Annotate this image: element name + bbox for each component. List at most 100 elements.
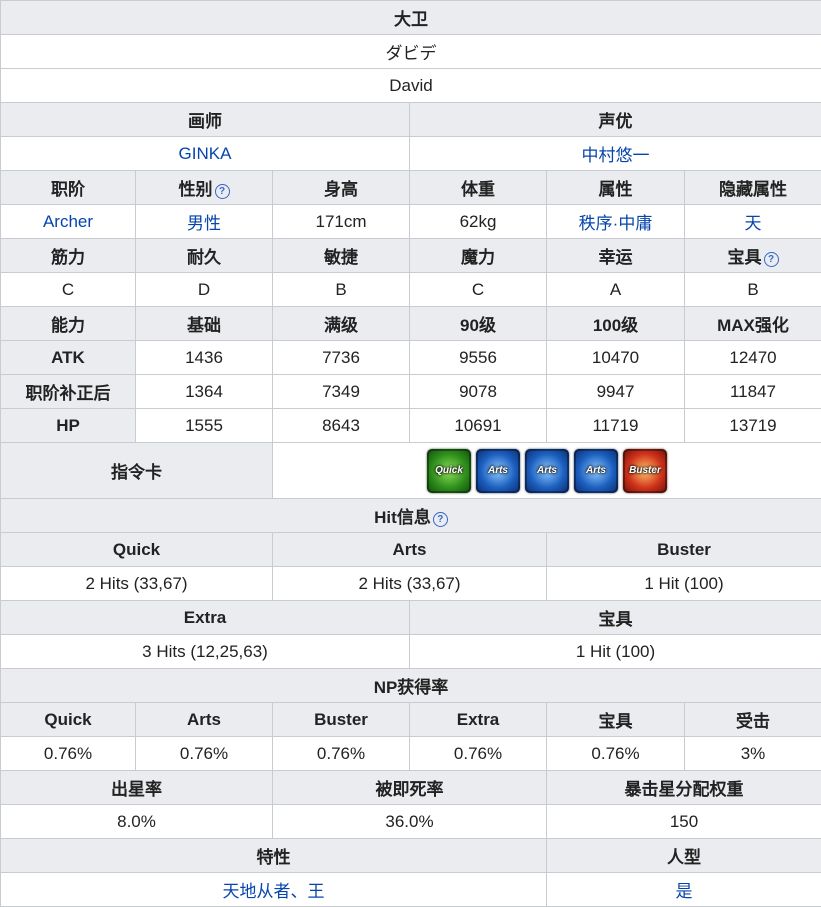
stat-value: 9556 xyxy=(410,341,547,375)
class-cell: Archer xyxy=(1,205,136,239)
arts-card-icon: Arts xyxy=(525,449,569,493)
hit-info-header: Hit信息? xyxy=(1,499,821,533)
arts-card-icon: Arts xyxy=(574,449,618,493)
weight-label: 体重 xyxy=(410,171,547,205)
humanoid-link[interactable]: 是 xyxy=(676,882,693,901)
np-label: 宝具 xyxy=(728,248,762,267)
stat-label: HP xyxy=(1,409,136,443)
traits-label: 特性 xyxy=(1,839,547,873)
stat-value: 10691 xyxy=(410,409,547,443)
hidden-attribute-cell: 天 xyxy=(685,205,821,239)
voice-label: 声优 xyxy=(410,103,821,137)
command-cards-cell: Quick Arts Arts Arts Buster xyxy=(273,443,821,499)
hit-quick-value: 2 Hits (33,67) xyxy=(1,567,273,601)
humanoid-cell: 是 xyxy=(547,873,821,907)
help-icon[interactable]: ? xyxy=(433,512,448,527)
base-label: 基础 xyxy=(136,307,273,341)
stat-value: 9947 xyxy=(547,375,685,409)
servant-name-jp: ダビデ xyxy=(1,35,821,69)
servant-name-cn: 大卫 xyxy=(1,1,821,35)
max-enhance-label: MAX强化 xyxy=(685,307,821,341)
command-cards-label: 指令卡 xyxy=(1,443,273,499)
hit-np-label: 宝具 xyxy=(410,601,821,635)
hit-info-label: Hit信息 xyxy=(374,508,431,527)
endurance-value: D xyxy=(136,273,273,307)
stat-value: 11847 xyxy=(685,375,821,409)
gender-label: 性别 xyxy=(179,180,213,199)
quick-card-icon: Quick xyxy=(427,449,471,493)
np-np-label: 宝具 xyxy=(547,703,685,737)
gender-header: 性别? xyxy=(136,171,273,205)
np-defense-value: 3% xyxy=(685,737,821,771)
stat-value: 10470 xyxy=(547,341,685,375)
servant-name-en: David xyxy=(1,69,821,103)
stat-value: 13719 xyxy=(685,409,821,443)
class-label: 职阶 xyxy=(1,171,136,205)
np-extra-label: Extra xyxy=(410,703,547,737)
star-rate-label: 出星率 xyxy=(1,771,273,805)
hit-np-value: 1 Hit (100) xyxy=(410,635,821,669)
hidden-attribute-link[interactable]: 天 xyxy=(745,214,762,233)
np-defense-label: 受击 xyxy=(685,703,821,737)
traits-cell: 天地从者、王 xyxy=(1,873,547,907)
mana-value: C xyxy=(410,273,547,307)
traits-link[interactable]: 天地从者、王 xyxy=(223,882,325,901)
stat-row-class-adjusted: 职阶补正后 1364 7349 9078 9947 11847 xyxy=(1,375,821,409)
arts-card-icon: Arts xyxy=(476,449,520,493)
servant-info-table: 大卫 ダビデ David 画师 声优 GINKA 中村悠一 职阶 性别? 身高 … xyxy=(0,0,821,907)
strength-label: 筋力 xyxy=(1,239,136,273)
death-rate-label: 被即死率 xyxy=(273,771,547,805)
help-icon[interactable]: ? xyxy=(215,184,230,199)
death-rate-value: 36.0% xyxy=(273,805,547,839)
gender-cell: 男性 xyxy=(136,205,273,239)
stat-row-hp: HP 1555 8643 10691 11719 13719 xyxy=(1,409,821,443)
hit-extra-value: 3 Hits (12,25,63) xyxy=(1,635,410,669)
class-link[interactable]: Archer xyxy=(43,212,93,231)
agility-value: B xyxy=(273,273,410,307)
strength-value: C xyxy=(1,273,136,307)
stat-label: ATK xyxy=(1,341,136,375)
attribute-cell: 秩序·中庸 xyxy=(547,205,685,239)
illustrator-label: 画师 xyxy=(1,103,410,137)
buster-card-icon: Buster xyxy=(623,449,667,493)
max-label: 满级 xyxy=(273,307,410,341)
hit-arts-label: Arts xyxy=(273,533,547,567)
np-np-value: 0.76% xyxy=(547,737,685,771)
luck-label: 幸运 xyxy=(547,239,685,273)
gender-link[interactable]: 男性 xyxy=(187,214,221,233)
height-label: 身高 xyxy=(273,171,410,205)
hit-buster-label: Buster xyxy=(547,533,821,567)
illustrator-link[interactable]: GINKA xyxy=(179,144,232,163)
stat-row-atk: ATK 1436 7736 9556 10470 12470 xyxy=(1,341,821,375)
np-header: 宝具? xyxy=(685,239,821,273)
command-cards: Quick Arts Arts Arts Buster xyxy=(427,449,667,493)
voice-actor-link[interactable]: 中村悠一 xyxy=(582,146,650,165)
hit-quick-label: Quick xyxy=(1,533,273,567)
star-weight-label: 暴击星分配权重 xyxy=(547,771,821,805)
mana-label: 魔力 xyxy=(410,239,547,273)
help-icon[interactable]: ? xyxy=(764,252,779,267)
voice-cell: 中村悠一 xyxy=(410,137,821,171)
stat-value: 7736 xyxy=(273,341,410,375)
np-quick-value: 0.76% xyxy=(1,737,136,771)
height-value: 171cm xyxy=(273,205,410,239)
lv100-label: 100级 xyxy=(547,307,685,341)
np-gain-header: NP获得率 xyxy=(1,669,821,703)
stat-value: 9078 xyxy=(410,375,547,409)
np-buster-value: 0.76% xyxy=(273,737,410,771)
endurance-label: 耐久 xyxy=(136,239,273,273)
stat-value: 1364 xyxy=(136,375,273,409)
np-arts-label: Arts xyxy=(136,703,273,737)
stat-value: 7349 xyxy=(273,375,410,409)
stat-value: 11719 xyxy=(547,409,685,443)
star-weight-value: 150 xyxy=(547,805,821,839)
attribute-link[interactable]: 秩序·中庸 xyxy=(579,214,653,233)
stat-value: 1436 xyxy=(136,341,273,375)
hit-arts-value: 2 Hits (33,67) xyxy=(273,567,547,601)
hit-buster-value: 1 Hit (100) xyxy=(547,567,821,601)
hidden-attribute-label: 隐藏属性 xyxy=(685,171,821,205)
attribute-label: 属性 xyxy=(547,171,685,205)
illustrator-cell: GINKA xyxy=(1,137,410,171)
agility-label: 敏捷 xyxy=(273,239,410,273)
hit-extra-label: Extra xyxy=(1,601,410,635)
